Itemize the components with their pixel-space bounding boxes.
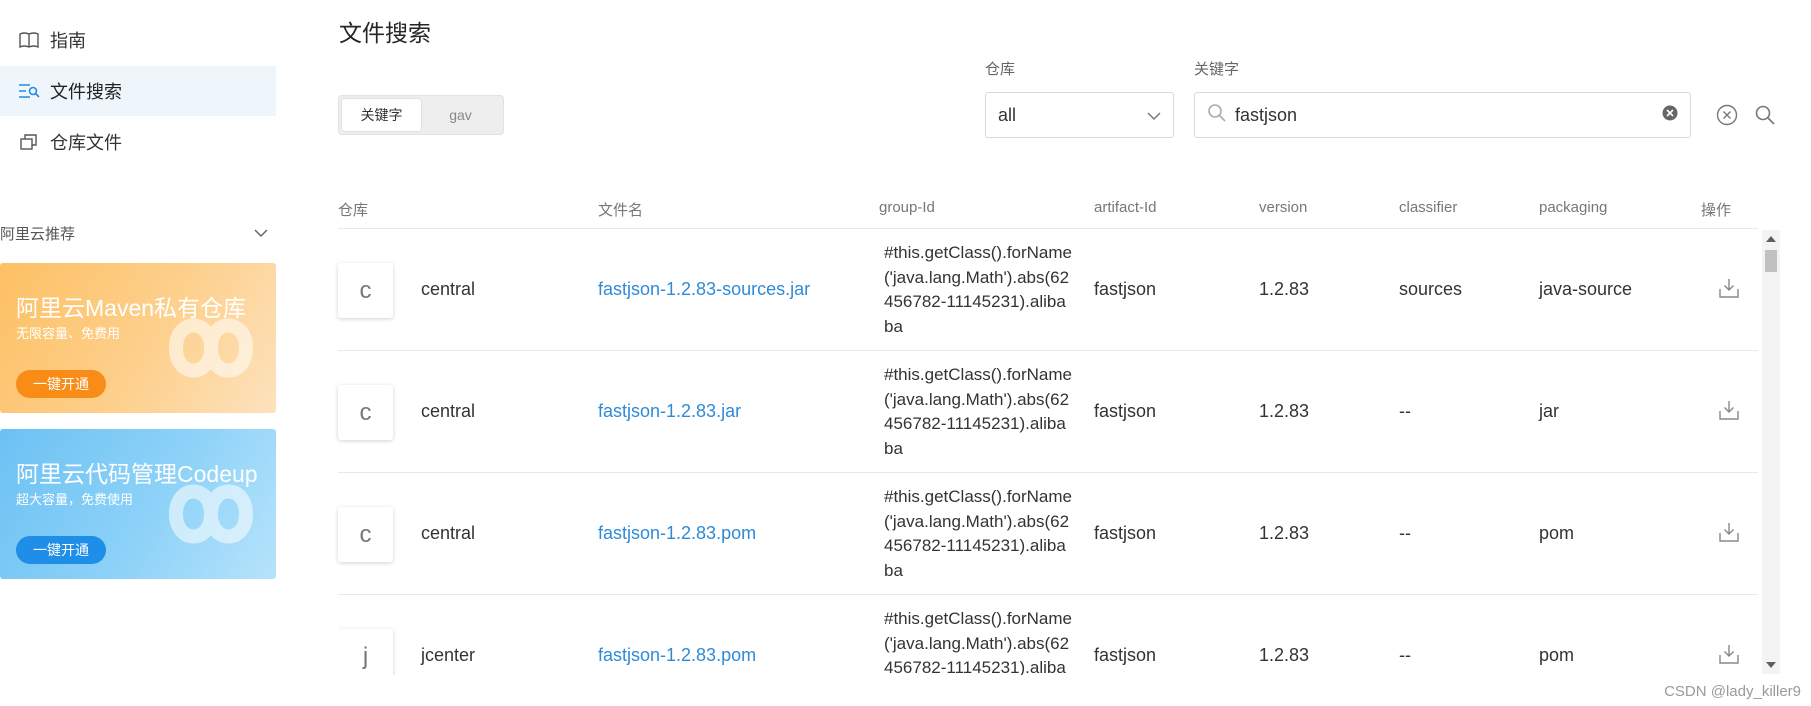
sidebar-item-label: 文件搜索	[50, 82, 122, 102]
table-header: 仓库 文件名 group-Id artifact-Id version clas…	[338, 195, 1758, 229]
file-link[interactable]: fastjson-1.2.83.pom	[598, 523, 756, 544]
copy-icon	[18, 131, 40, 153]
repo-avatar: c	[338, 385, 393, 440]
promo-header-label: 阿里云推荐	[0, 225, 76, 243]
download-icon[interactable]	[1718, 399, 1742, 423]
column-header: artifact-Id	[1094, 199, 1157, 216]
repo-cell: central	[421, 523, 476, 543]
file-link[interactable]: fastjson-1.2.83.jar	[598, 401, 741, 422]
table-row: c central fastjson-1.2.83.jar #this.getC…	[338, 351, 1758, 473]
sidebar-item-file-search[interactable]: 文件搜索	[0, 66, 276, 116]
clear-input-icon[interactable]	[1662, 105, 1678, 126]
promo-card-subtitle: 无限容量、免费用	[16, 326, 121, 341]
classifier-cell: sources	[1399, 279, 1463, 299]
watermark: CSDN @lady_killer9	[1664, 683, 1801, 700]
table-row: c central fastjson-1.2.83.pom #this.getC…	[338, 473, 1758, 595]
column-header: 操作	[1701, 202, 1732, 219]
sidebar-item-label: 仓库文件	[50, 133, 122, 153]
activate-button[interactable]: 一键开通	[16, 536, 106, 564]
repo-avatar: c	[338, 263, 393, 318]
sidebar: 指南 文件搜索 仓库文件 阿里云推荐 阿里云Maven私有仓库 无限容量、免费用…	[0, 0, 276, 706]
search-mode-toggle: 关键字 gav	[338, 95, 504, 135]
repo-avatar: j	[338, 629, 393, 675]
packaging-cell: pom	[1539, 645, 1575, 665]
table-row: c central fastjson-1.2.83-sources.jar #t…	[338, 229, 1758, 351]
table-scrollbar[interactable]	[1762, 230, 1780, 674]
packaging-cell: jar	[1539, 401, 1560, 421]
activate-button[interactable]: 一键开通	[16, 370, 106, 398]
classifier-cell: --	[1399, 401, 1411, 421]
scrollbar-thumb[interactable]	[1765, 250, 1777, 272]
repo-select[interactable]: all	[985, 92, 1174, 138]
repo-cell: central	[421, 401, 476, 421]
scroll-up-arrow-icon[interactable]	[1766, 236, 1776, 242]
mode-option-keyword[interactable]: 关键字	[342, 99, 421, 131]
download-icon[interactable]	[1718, 277, 1742, 301]
scroll-down-arrow-icon[interactable]	[1766, 662, 1776, 668]
repo-cell: central	[421, 279, 476, 299]
sidebar-item-label: 指南	[50, 31, 86, 51]
classifier-cell: --	[1399, 523, 1411, 543]
chevron-down-icon	[1147, 105, 1161, 126]
download-icon[interactable]	[1718, 521, 1742, 545]
column-header: classifier	[1399, 199, 1458, 216]
page-title: 文件搜索	[339, 20, 431, 46]
file-link[interactable]: fastjson-1.2.83.pom	[598, 645, 756, 666]
chevron-down-icon	[254, 225, 268, 242]
artifact-id-cell: fastjson	[1094, 401, 1157, 421]
column-header: group-Id	[879, 199, 935, 216]
group-id-cell: #this.getClass().forName('java.lang.Math…	[884, 609, 1073, 675]
search-icon	[1207, 103, 1227, 128]
column-header: version	[1259, 199, 1308, 216]
column-header: packaging	[1539, 199, 1608, 216]
mode-option-gav[interactable]: gav	[421, 99, 500, 131]
version-cell: 1.2.83	[1259, 279, 1310, 299]
promo-card-title: 阿里云代码管理Codeup	[16, 461, 258, 487]
search-icon[interactable]	[1752, 102, 1778, 128]
keyword-search-box	[1194, 92, 1691, 138]
column-header: 仓库	[338, 202, 369, 219]
packaging-cell: pom	[1539, 523, 1575, 543]
keyword-label: 关键字	[1194, 61, 1240, 78]
artifact-id-cell: fastjson	[1094, 523, 1157, 543]
repo-avatar: c	[338, 507, 393, 562]
file-search-icon	[18, 80, 40, 102]
sidebar-item-repo-files[interactable]: 仓库文件	[0, 117, 276, 167]
promo-card-codeup[interactable]: 阿里云代码管理Codeup 超大容量，免费使用 一键开通	[0, 429, 276, 579]
group-id-cell: #this.getClass().forName('java.lang.Math…	[884, 487, 1073, 580]
repo-select-value: all	[998, 104, 1017, 125]
classifier-cell: --	[1399, 645, 1411, 665]
promo-card-maven[interactable]: 阿里云Maven私有仓库 无限容量、免费用 一键开通	[0, 263, 276, 413]
version-cell: 1.2.83	[1259, 401, 1310, 421]
promo-header[interactable]: 阿里云推荐	[0, 220, 276, 246]
repo-filter-label: 仓库	[985, 61, 1016, 78]
reset-icon[interactable]	[1714, 102, 1740, 128]
table-row: j jcenter fastjson-1.2.83.pom #this.getC…	[338, 595, 1758, 675]
repo-cell: jcenter	[421, 645, 476, 665]
group-id-cell: #this.getClass().forName('java.lang.Math…	[884, 243, 1073, 336]
version-cell: 1.2.83	[1259, 523, 1310, 543]
keyword-input[interactable]	[1235, 104, 1662, 126]
promo-card-subtitle: 超大容量，免费使用	[16, 492, 134, 507]
version-cell: 1.2.83	[1259, 645, 1310, 665]
group-id-cell: #this.getClass().forName('java.lang.Math…	[884, 365, 1073, 458]
sidebar-item-guide[interactable]: 指南	[0, 15, 276, 65]
download-icon[interactable]	[1718, 643, 1742, 667]
column-header: 文件名	[598, 202, 644, 219]
artifact-id-cell: fastjson	[1094, 279, 1157, 299]
book-icon	[18, 29, 40, 51]
file-link[interactable]: fastjson-1.2.83-sources.jar	[598, 279, 810, 300]
packaging-cell: java-source	[1539, 279, 1633, 299]
artifact-id-cell: fastjson	[1094, 645, 1157, 665]
promo-card-title: 阿里云Maven私有仓库	[16, 295, 247, 321]
